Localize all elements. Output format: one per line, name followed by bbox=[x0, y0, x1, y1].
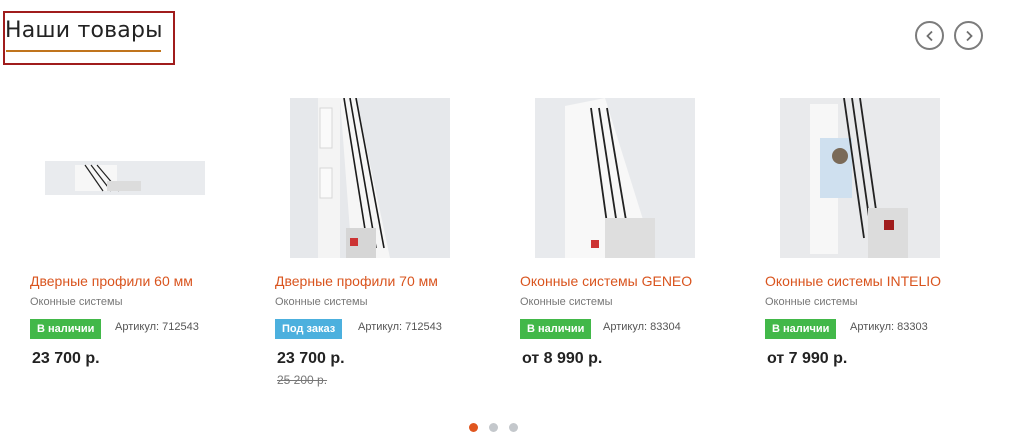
product-image[interactable] bbox=[535, 98, 695, 258]
pagination-dot-3[interactable] bbox=[509, 423, 518, 432]
product-card[interactable]: Оконные системы INTELIO Оконные системы … bbox=[765, 92, 995, 392]
product-category: Оконные системы bbox=[765, 296, 858, 308]
section-title: Наши товары bbox=[5, 18, 163, 43]
carousel-pagination bbox=[469, 423, 518, 432]
product-sku: Артикул: 83304 bbox=[603, 321, 681, 333]
product-price: от 7 990 р. bbox=[767, 350, 848, 367]
product-sku: Артикул: 83303 bbox=[850, 321, 928, 333]
product-sku: Артикул: 712543 bbox=[115, 321, 199, 333]
stock-badge: В наличии bbox=[520, 319, 592, 339]
product-category: Оконные системы bbox=[275, 296, 368, 308]
pagination-dot-2[interactable] bbox=[489, 423, 498, 432]
product-price: 23 700 р. bbox=[32, 350, 100, 367]
title-underline bbox=[6, 50, 161, 52]
product-category: Оконные системы bbox=[520, 296, 613, 308]
carousel-prev-button[interactable] bbox=[915, 21, 944, 50]
product-image[interactable] bbox=[45, 98, 205, 258]
product-card[interactable]: Оконные системы GENEO Оконные системы В … bbox=[520, 92, 750, 392]
product-price: 23 700 р. bbox=[277, 350, 345, 367]
product-image[interactable] bbox=[290, 98, 450, 258]
product-card[interactable]: Дверные профили 60 мм Оконные системы В … bbox=[30, 92, 260, 392]
product-name[interactable]: Дверные профили 70 мм bbox=[275, 273, 438, 289]
product-name[interactable]: Дверные профили 60 мм bbox=[30, 273, 193, 289]
product-name[interactable]: Оконные системы INTELIO bbox=[765, 273, 941, 289]
product-category: Оконные системы bbox=[30, 296, 123, 308]
product-name[interactable]: Оконные системы GENEO bbox=[520, 273, 692, 289]
pagination-dot-1[interactable] bbox=[469, 423, 478, 432]
stock-badge: Под заказ bbox=[275, 319, 343, 339]
stock-badge: В наличии bbox=[765, 319, 837, 339]
product-image[interactable] bbox=[780, 98, 940, 258]
stock-badge: В наличии bbox=[30, 319, 102, 339]
chevron-right-icon bbox=[965, 30, 973, 41]
product-card[interactable]: Дверные профили 70 мм Оконные системы По… bbox=[275, 92, 505, 392]
chevron-left-icon bbox=[925, 30, 933, 41]
carousel-next-button[interactable] bbox=[954, 21, 983, 50]
product-old-price: 25 200 р. bbox=[277, 373, 328, 387]
product-sku: Артикул: 712543 bbox=[358, 321, 442, 333]
products-carousel: Наши товары Дверные профили 60 мм Оконны… bbox=[0, 0, 1034, 440]
product-price: от 8 990 р. bbox=[522, 350, 603, 367]
